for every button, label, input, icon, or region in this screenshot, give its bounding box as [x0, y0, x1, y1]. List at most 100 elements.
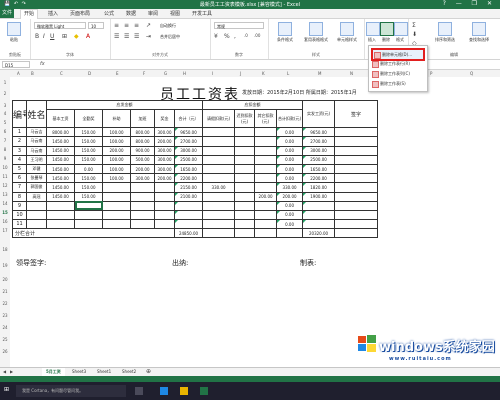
table-cell[interactable]: 2200.00 [302, 173, 336, 184]
sheet-tab[interactable]: Sheet3 [68, 368, 90, 376]
task-view-icon[interactable] [135, 387, 143, 395]
table-cell[interactable]: 200.00 [154, 173, 175, 184]
table-cell[interactable]: 2100.00 [173, 191, 204, 202]
col-header[interactable]: E [116, 71, 119, 76]
table-cell[interactable] [334, 191, 379, 202]
delete-cells-button[interactable]: 删除 [380, 22, 394, 43]
table-cell[interactable] [202, 163, 236, 175]
sort-filter-button[interactable]: 排序和筛选 [430, 22, 460, 43]
delete-rows-item[interactable]: 删除工作表行(R) [371, 59, 425, 68]
align-bottom-icon[interactable]: ≡ [134, 22, 139, 29]
table-cell[interactable]: 300.00 [130, 173, 155, 184]
table-cell[interactable]: 1450.00 [46, 136, 75, 147]
table-cell[interactable]: 1450.00 [46, 173, 75, 184]
table-cell[interactable] [334, 163, 379, 175]
align-middle-icon[interactable]: ≡ [124, 22, 129, 29]
cell-name[interactable]: 王习明 [26, 154, 47, 165]
table-cell[interactable]: 2700.00 [173, 136, 204, 147]
table-cell[interactable]: 1450.00 [46, 182, 75, 193]
col-header[interactable]: P [430, 71, 432, 76]
conditional-format-button[interactable]: 条件格式 [270, 22, 300, 43]
table-cell[interactable]: 300.00 [154, 154, 175, 165]
tab-insert[interactable]: 插入 [48, 10, 58, 17]
table-cell[interactable]: 9650.00 [302, 127, 336, 138]
cell-id[interactable]: 8 [12, 191, 27, 202]
table-cell[interactable]: 200.00 [154, 136, 175, 147]
row-header[interactable]: 15 [0, 210, 10, 215]
table-cell[interactable]: 800.00 [130, 127, 155, 138]
cell-name[interactable]: 马云吉 [26, 127, 47, 138]
table-cell[interactable] [46, 200, 75, 211]
table-cell[interactable]: 330.00 [276, 182, 304, 193]
table-cell[interactable] [254, 154, 278, 165]
edge-icon[interactable] [160, 387, 168, 395]
table-cell[interactable] [254, 182, 278, 193]
row-header[interactable]: 17 [0, 228, 10, 233]
table-cell[interactable] [334, 182, 379, 193]
col-header[interactable]: F [143, 71, 145, 76]
row-header[interactable]: 20 [0, 277, 10, 282]
row-header[interactable]: 4 [0, 111, 10, 116]
table-cell[interactable] [254, 145, 278, 156]
table-cell[interactable]: 300.00 [154, 127, 175, 138]
table-cell[interactable] [202, 209, 236, 221]
indent-icon[interactable]: ⇥ [146, 33, 151, 40]
row-header[interactable]: 10 [0, 165, 10, 170]
table-cell[interactable]: 2150.00 [173, 182, 204, 193]
table-cell[interactable]: 1650.00 [302, 163, 336, 175]
table-cell[interactable] [334, 219, 379, 230]
table-cell[interactable] [202, 154, 236, 165]
tab-review[interactable]: 审阅 [148, 10, 158, 17]
table-cell[interactable]: 150.00 [74, 127, 103, 138]
table-cell[interactable] [46, 209, 75, 221]
scroll-right-icon[interactable]: ▶ [10, 369, 13, 374]
cell-name[interactable]: 邓健 [26, 163, 47, 175]
table-cell[interactable]: 1450.00 [46, 191, 75, 202]
table-cell[interactable] [302, 209, 336, 221]
format-cells-button[interactable]: 格式 [394, 22, 408, 43]
table-cell[interactable] [234, 182, 256, 193]
cell-id[interactable]: 6 [12, 173, 27, 184]
table-cell[interactable] [334, 136, 379, 147]
window-controls[interactable]: ? — ❐ ✕ [443, 0, 496, 7]
format-as-table-button[interactable]: 套用表格格式 [301, 22, 331, 43]
table-cell[interactable] [254, 163, 278, 175]
table-cell[interactable] [234, 219, 256, 230]
table-cell[interactable] [202, 200, 236, 211]
table-cell[interactable] [154, 182, 175, 193]
col-header[interactable]: N [350, 71, 353, 76]
cell-name[interactable] [26, 200, 47, 211]
decrease-decimal-icon[interactable]: .00 [254, 33, 260, 38]
table-cell[interactable]: 150.00 [74, 136, 103, 147]
table-cell[interactable] [46, 219, 75, 230]
row-header[interactable]: 3 [0, 103, 10, 108]
orientation-icon[interactable]: ↗ [146, 22, 151, 29]
delete-sheet-item[interactable]: 删除工作表(S) [371, 79, 425, 88]
table-cell[interactable] [130, 182, 155, 193]
table-cell[interactable]: 3000.00 [302, 145, 336, 156]
table-cell[interactable]: 1450.00 [46, 163, 75, 175]
cortana-search-box[interactable]: 我是 Cortana，有问题尽管问我。 [16, 385, 126, 397]
cell-id[interactable]: 3 [12, 145, 27, 156]
table-cell[interactable] [334, 200, 379, 211]
underline-icon[interactable]: U [50, 33, 54, 40]
cell-name[interactable] [26, 219, 47, 230]
table-cell[interactable]: 300.00 [154, 163, 175, 175]
cell-name[interactable]: 郭国俊 [26, 182, 47, 193]
col-header[interactable]: L [287, 71, 289, 76]
align-left-icon[interactable]: ☰ [114, 33, 119, 40]
table-cell[interactable]: 900.00 [130, 145, 155, 156]
table-cell[interactable]: 0.00 [276, 154, 304, 165]
table-cell[interactable]: 3000.00 [173, 145, 204, 156]
row-header[interactable]: 21 [0, 289, 10, 294]
table-cell[interactable] [254, 136, 278, 147]
row-header[interactable]: 22 [0, 301, 10, 306]
cell-name[interactable]: 高冠 [26, 191, 47, 202]
table-cell[interactable] [334, 209, 379, 221]
tab-page-layout[interactable]: 页面布局 [70, 10, 90, 17]
cell-id[interactable]: 1 [12, 127, 27, 138]
table-cell[interactable]: 200.00 [276, 191, 304, 202]
table-cell[interactable]: 2700.00 [302, 136, 336, 147]
align-center-icon[interactable]: ☰ [124, 33, 129, 40]
table-cell[interactable]: 0.00 [74, 163, 103, 175]
